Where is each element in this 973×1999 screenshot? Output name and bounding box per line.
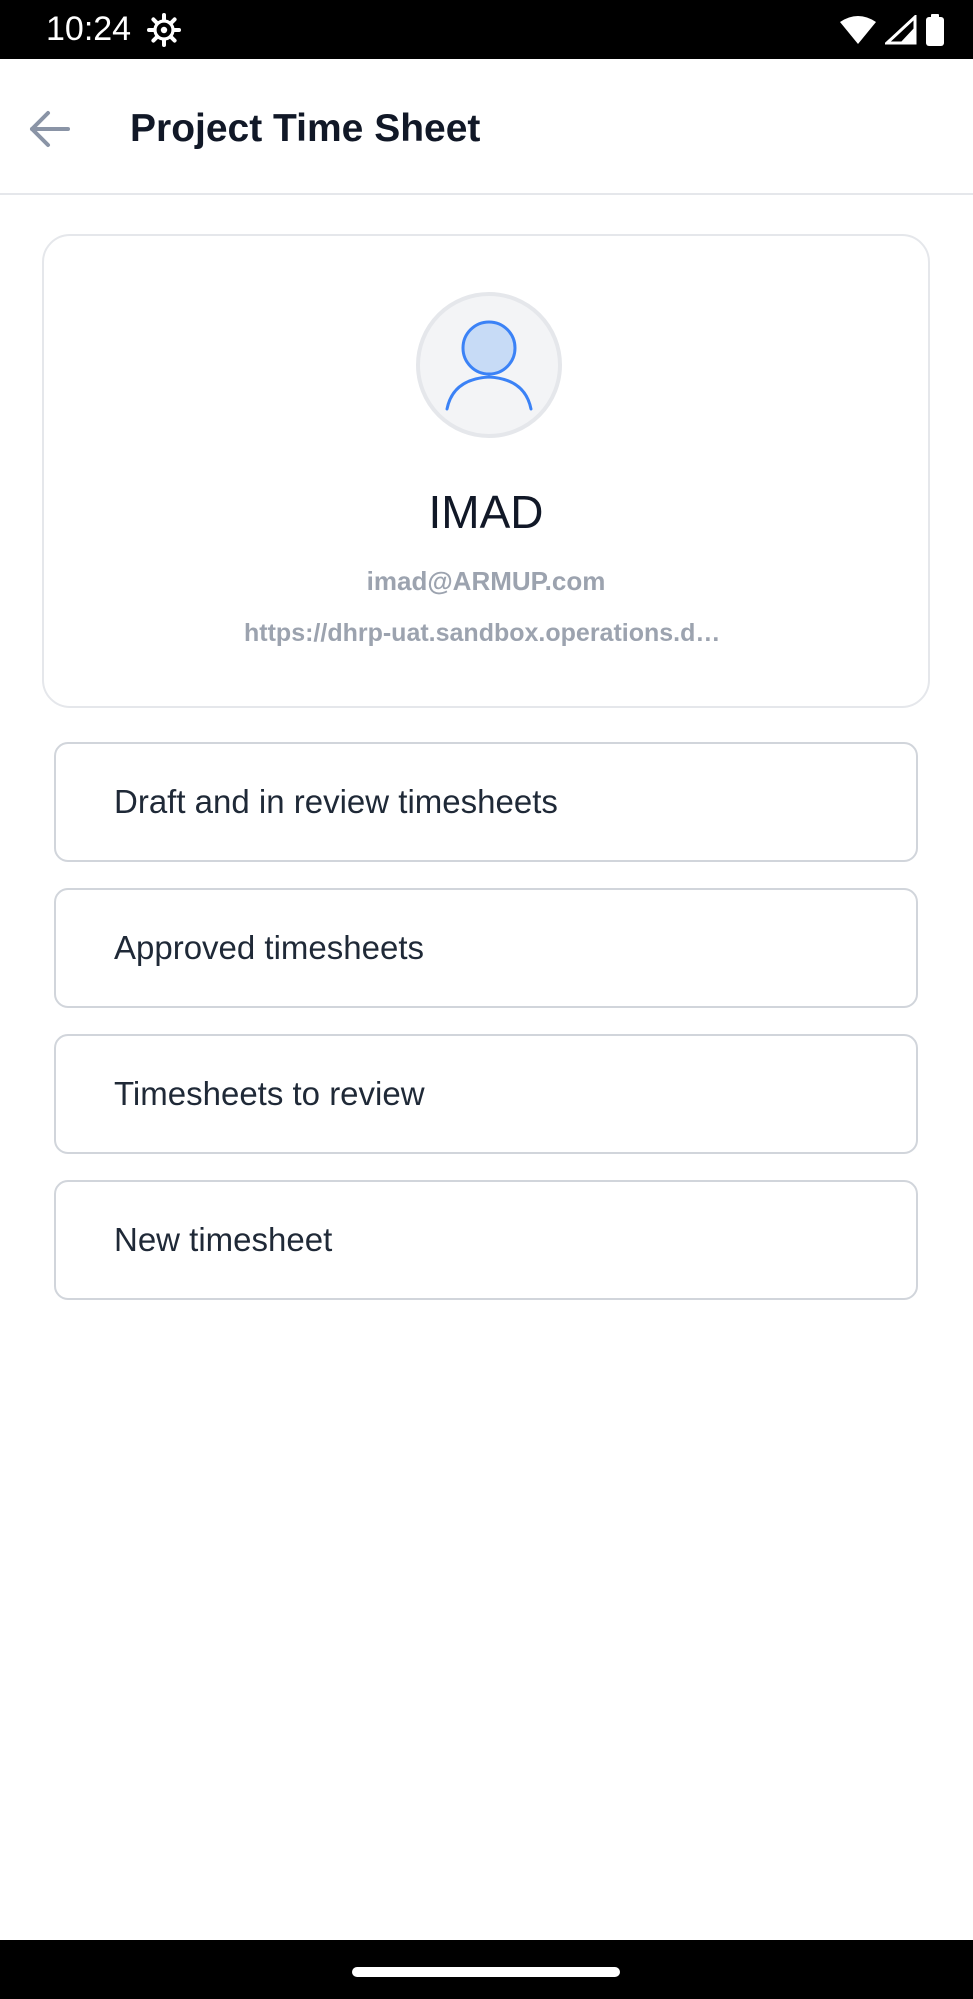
menu-item-label: Timesheets to review <box>114 1075 425 1112</box>
screen: 10:24 Project Time Sheet IMAD imad@ARMUP… <box>0 0 973 1999</box>
status-bar: 10:24 <box>0 0 973 59</box>
menu-item-draft-in-review[interactable]: Draft and in review timesheets <box>54 742 918 862</box>
signal-icon <box>885 15 917 45</box>
user-icon <box>439 313 539 418</box>
menu-item-label: Draft and in review timesheets <box>114 783 558 820</box>
app-bar: Project Time Sheet <box>0 59 973 195</box>
menu-item-label: Approved timesheets <box>114 929 425 966</box>
page-title: Project Time Sheet <box>130 107 481 150</box>
profile-url: https://dhrp-uat.sandbox.operations.dyna… <box>244 619 734 647</box>
avatar <box>416 292 562 438</box>
menu-item-label: New timesheet <box>114 1221 333 1258</box>
battery-icon <box>925 14 945 46</box>
menu-item-to-review[interactable]: Timesheets to review <box>54 1034 918 1154</box>
profile-email: imad@ARMUP.com <box>366 566 606 596</box>
navigation-bar <box>0 1940 973 1999</box>
status-time: 10:24 <box>46 10 132 48</box>
profile-card: IMAD imad@ARMUP.com https://dhrp-uat.san… <box>42 234 930 708</box>
back-button[interactable] <box>22 103 78 159</box>
status-icons <box>839 12 945 48</box>
arrow-left-icon <box>28 109 72 154</box>
profile-name: IMAD <box>428 486 544 538</box>
menu-item-new-timesheet[interactable]: New timesheet <box>54 1180 918 1300</box>
menu-item-approved[interactable]: Approved timesheets <box>54 888 918 1008</box>
gear-icon <box>146 12 182 48</box>
wifi-icon <box>839 15 877 45</box>
home-indicator[interactable] <box>352 1967 620 1977</box>
